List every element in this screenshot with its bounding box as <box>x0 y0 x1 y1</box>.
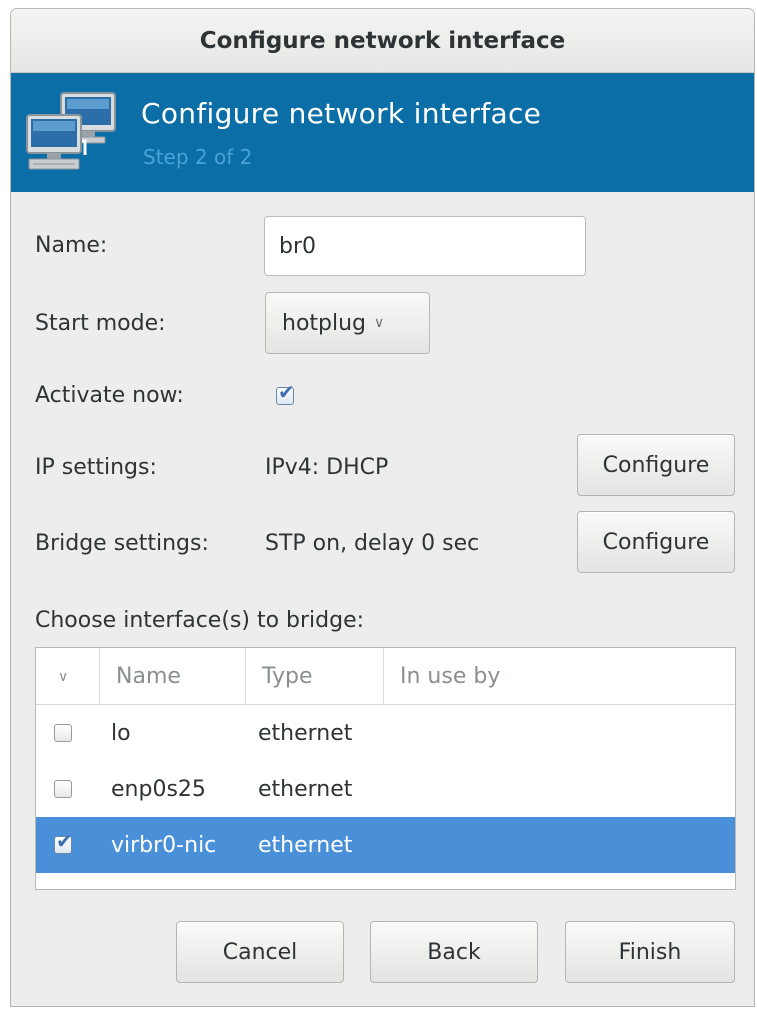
column-header-in-use-by[interactable]: In use by <box>384 648 584 705</box>
column-header-name[interactable]: Name <box>100 648 246 705</box>
chevron-down-icon: ∨ <box>58 668 69 685</box>
list-header: ∨ Name Type In use by <box>36 648 735 705</box>
interfaces-list[interactable]: ∨ Name Type In use by lo ethernet enp0s2… <box>35 647 736 890</box>
column-header-type[interactable]: Type <box>246 648 384 705</box>
ip-settings-label: IP settings: <box>35 455 157 480</box>
banner-title: Configure network interface <box>141 97 542 130</box>
title-bar[interactable]: Configure network interface <box>11 9 754 73</box>
network-computers-icon <box>26 92 116 170</box>
bridge-configure-button[interactable]: Configure <box>577 511 735 573</box>
checkmark-icon: ✔ <box>278 380 295 404</box>
row-checkbox[interactable]: ✔ <box>54 831 73 854</box>
interface-name: virbr0-nic <box>111 832 217 858</box>
row-checkbox[interactable] <box>54 724 72 742</box>
table-row[interactable]: enp0s25 ethernet <box>36 761 735 817</box>
bridge-settings-label: Bridge settings: <box>35 531 209 556</box>
header-banner: Configure network interface Step 2 of 2 <box>11 73 754 192</box>
choose-interfaces-label: Choose interface(s) to bridge: <box>35 608 365 633</box>
row-checkbox[interactable] <box>54 780 72 798</box>
back-button[interactable]: Back <box>370 921 538 983</box>
interface-type: ethernet <box>258 720 353 746</box>
interface-name: enp0s25 <box>111 776 206 802</box>
start-mode-value: hotplug <box>282 310 367 336</box>
name-label: Name: <box>35 233 108 258</box>
activate-now-checkbox[interactable]: ✔ <box>276 382 295 405</box>
activate-now-label: Activate now: <box>35 383 184 408</box>
start-mode-label: Start mode: <box>35 311 166 336</box>
checkmark-icon: ✔ <box>56 829 73 853</box>
cancel-button[interactable]: Cancel <box>176 921 344 983</box>
bridge-settings-value: STP on, delay 0 sec <box>265 531 480 556</box>
table-row[interactable]: lo ethernet <box>36 705 735 761</box>
banner-step: Step 2 of 2 <box>143 145 253 169</box>
select-column-header[interactable]: ∨ <box>36 648 100 705</box>
ip-settings-value: IPv4: DHCP <box>265 455 389 480</box>
interface-type: ethernet <box>258 776 353 802</box>
interface-type: ethernet <box>258 832 353 858</box>
table-row-selected[interactable]: ✔ virbr0-nic ethernet <box>36 817 735 873</box>
window-title: Configure network interface <box>199 27 566 54</box>
start-mode-dropdown[interactable]: hotplug ∨ <box>265 292 430 354</box>
ip-configure-button[interactable]: Configure <box>577 434 735 496</box>
name-field[interactable] <box>264 216 586 276</box>
finish-button[interactable]: Finish <box>565 921 735 983</box>
dialog-window: Configure network interface Configure ne… <box>10 8 755 1007</box>
interface-name: lo <box>111 720 131 746</box>
chevron-down-icon: ∨ <box>374 315 385 331</box>
